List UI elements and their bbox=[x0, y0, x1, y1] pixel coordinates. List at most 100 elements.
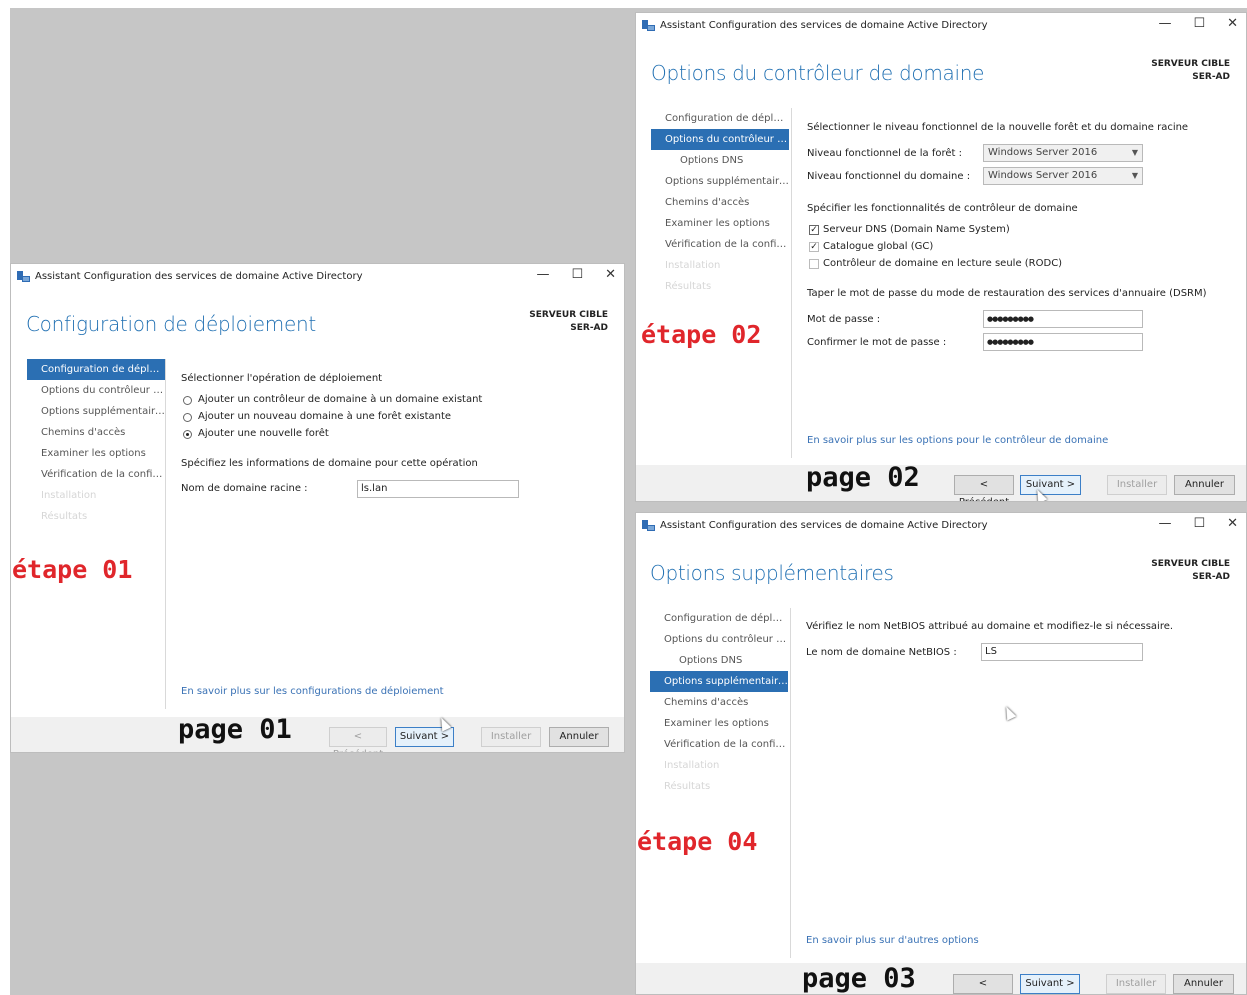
wizard-nav: Configuration de déploie... Options du c… bbox=[27, 359, 165, 527]
install-button[interactable]: Installer bbox=[481, 727, 541, 747]
netbios-input[interactable]: LS bbox=[981, 643, 1143, 661]
maximize-button[interactable]: ☐ bbox=[571, 267, 583, 282]
minimize-button[interactable]: — bbox=[1158, 516, 1171, 531]
nav-item-deployment[interactable]: Configuration de déploie... bbox=[651, 108, 789, 129]
page-label-02: page 02 bbox=[806, 462, 920, 493]
page-title: Options du contrôleur de domaine bbox=[651, 61, 985, 85]
netbios-info: Vérifiez le nom NetBIOS attribué au doma… bbox=[806, 621, 1174, 632]
page-label-01: page 01 bbox=[178, 714, 292, 745]
spec-label: Spécifiez les informations de domaine po… bbox=[181, 458, 478, 469]
nav-item-dc-options[interactable]: Options du contrôleur de... bbox=[27, 380, 165, 401]
cancel-button[interactable]: Annuler bbox=[549, 727, 609, 747]
nav-item-dc-options[interactable]: Options du contrôleur de... bbox=[651, 129, 789, 150]
functional-level-label: Sélectionner le niveau fonctionnel de la… bbox=[807, 122, 1189, 133]
install-button[interactable]: Installer bbox=[1106, 974, 1166, 994]
cancel-button[interactable]: Annuler bbox=[1174, 475, 1235, 495]
target-server: SERVEUR CIBLE SER-AD bbox=[529, 309, 608, 335]
forest-level-select[interactable]: Windows Server 2016 ▼ bbox=[983, 144, 1143, 162]
page-title: Configuration de déploiement bbox=[26, 312, 316, 336]
domain-level-value: Windows Server 2016 bbox=[988, 170, 1098, 181]
window-title: Assistant Configuration des services de … bbox=[660, 19, 988, 31]
global-catalog-checkbox: ✓ bbox=[809, 242, 819, 252]
domain-level-select[interactable]: Windows Server 2016 ▼ bbox=[983, 167, 1143, 185]
chevron-down-icon: ▼ bbox=[1131, 148, 1138, 157]
forest-level-label: Niveau fonctionnel de la forêt : bbox=[807, 148, 962, 159]
nav-item-paths[interactable]: Chemins d'accès bbox=[27, 422, 165, 443]
chevron-down-icon: ▼ bbox=[1131, 171, 1138, 180]
nav-item-review[interactable]: Examiner les options bbox=[650, 713, 788, 734]
nav-item-review[interactable]: Examiner les options bbox=[651, 213, 789, 234]
previous-button[interactable]: < Précédent bbox=[953, 974, 1013, 994]
radio-new-forest[interactable] bbox=[183, 430, 192, 439]
section-label: Sélectionner l'opération de déploiement bbox=[181, 373, 383, 384]
nav-item-review[interactable]: Examiner les options bbox=[27, 443, 165, 464]
install-button[interactable]: Installer bbox=[1107, 475, 1167, 495]
target-server: SERVEUR CIBLE SER-AD bbox=[1151, 58, 1230, 84]
netbios-label: Le nom de domaine NetBIOS : bbox=[806, 647, 957, 658]
radio-new-domain[interactable] bbox=[183, 413, 192, 422]
nav-item-additional-options[interactable]: Options supplémentaires bbox=[27, 401, 165, 422]
target-server-label: SERVEUR CIBLE bbox=[529, 310, 608, 320]
server-manager-icon bbox=[642, 519, 655, 532]
nav-item-deployment[interactable]: Configuration de déploie... bbox=[27, 359, 165, 380]
nav-item-prereq-check[interactable]: Vérification de la configur... bbox=[651, 234, 789, 255]
step-label-02: étape 02 bbox=[641, 320, 762, 349]
learn-more-link[interactable]: En savoir plus sur les options pour le c… bbox=[807, 435, 1108, 446]
wizard-nav: Configuration de déploie... Options du c… bbox=[650, 608, 788, 797]
root-domain-input[interactable]: ls.lan bbox=[357, 480, 519, 498]
step-label-01: étape 01 bbox=[12, 555, 133, 584]
target-server-label: SERVEUR CIBLE bbox=[1151, 559, 1230, 569]
nav-item-results: Résultats bbox=[41, 511, 88, 522]
next-button[interactable]: Suivant > bbox=[1020, 475, 1081, 495]
cancel-button[interactable]: Annuler bbox=[1173, 974, 1234, 994]
radio-add-dc[interactable] bbox=[183, 396, 192, 405]
window-title: Assistant Configuration des services de … bbox=[660, 519, 988, 531]
mouse-cursor-icon bbox=[1001, 704, 1017, 721]
next-button[interactable]: Suivant > bbox=[1020, 974, 1080, 994]
close-button[interactable]: ✕ bbox=[605, 267, 616, 282]
wizard-window-page02: Assistant Configuration des services de … bbox=[635, 12, 1247, 502]
nav-item-additional-options[interactable]: Options supplémentaires bbox=[651, 171, 789, 192]
nav-item-additional-options[interactable]: Options supplémentaires bbox=[650, 671, 788, 692]
nav-item-installation: Installation bbox=[665, 260, 721, 271]
wizard-window-page01: Assistant Configuration des services de … bbox=[10, 263, 625, 753]
previous-button[interactable]: < Précédent bbox=[954, 475, 1014, 501]
page-label-03: page 03 bbox=[802, 963, 916, 994]
nav-divider bbox=[791, 108, 792, 458]
rodc-label: Contrôleur de domaine en lecture seule (… bbox=[823, 258, 1063, 269]
nav-item-prereq-check[interactable]: Vérification de la configur... bbox=[27, 464, 165, 485]
nav-item-deployment[interactable]: Configuration de déploie... bbox=[650, 608, 788, 629]
nav-item-paths[interactable]: Chemins d'accès bbox=[650, 692, 788, 713]
nav-item-results: Résultats bbox=[665, 281, 712, 292]
close-button[interactable]: ✕ bbox=[1227, 516, 1238, 531]
nav-item-dc-options[interactable]: Options du contrôleur de... bbox=[650, 629, 788, 650]
password-input[interactable]: ●●●●●●●●● bbox=[983, 310, 1143, 328]
nav-item-dns-options[interactable]: Options DNS bbox=[651, 150, 789, 171]
nav-item-installation: Installation bbox=[664, 760, 720, 771]
nav-item-prereq-check[interactable]: Vérification de la configur... bbox=[650, 734, 788, 755]
nav-item-paths[interactable]: Chemins d'accès bbox=[651, 192, 789, 213]
learn-more-link[interactable]: En savoir plus sur les configurations de… bbox=[181, 686, 444, 697]
server-manager-icon bbox=[17, 270, 30, 283]
dns-server-checkbox[interactable]: ✓ bbox=[809, 225, 819, 235]
wizard-window-page03: Assistant Configuration des services de … bbox=[635, 512, 1247, 995]
learn-more-link[interactable]: En savoir plus sur d'autres options bbox=[806, 935, 979, 946]
wizard-nav: Configuration de déploie... Options du c… bbox=[651, 108, 789, 297]
minimize-button[interactable]: — bbox=[1158, 16, 1171, 31]
title-bar: Assistant Configuration des services de … bbox=[11, 264, 624, 288]
radio-add-dc-label: Ajouter un contrôleur de domaine à un do… bbox=[198, 394, 483, 405]
minimize-button[interactable]: — bbox=[536, 267, 549, 282]
close-button[interactable]: ✕ bbox=[1227, 16, 1238, 31]
title-bar: Assistant Configuration des services de … bbox=[636, 13, 1246, 37]
previous-button[interactable]: < Précédent bbox=[329, 727, 387, 752]
nav-item-dns-options[interactable]: Options DNS bbox=[650, 650, 788, 671]
radio-new-forest-label: Ajouter une nouvelle forêt bbox=[198, 428, 329, 439]
target-server-name: SER-AD bbox=[1192, 72, 1230, 82]
confirm-password-label: Confirmer le mot de passe : bbox=[807, 337, 947, 348]
confirm-password-input[interactable]: ●●●●●●●●● bbox=[983, 333, 1143, 351]
maximize-button[interactable]: ☐ bbox=[1193, 516, 1205, 531]
dsrm-label: Taper le mot de passe du mode de restaur… bbox=[807, 288, 1207, 299]
maximize-button[interactable]: ☐ bbox=[1193, 16, 1205, 31]
root-domain-label: Nom de domaine racine : bbox=[181, 483, 308, 494]
domain-level-label: Niveau fonctionnel du domaine : bbox=[807, 171, 971, 182]
